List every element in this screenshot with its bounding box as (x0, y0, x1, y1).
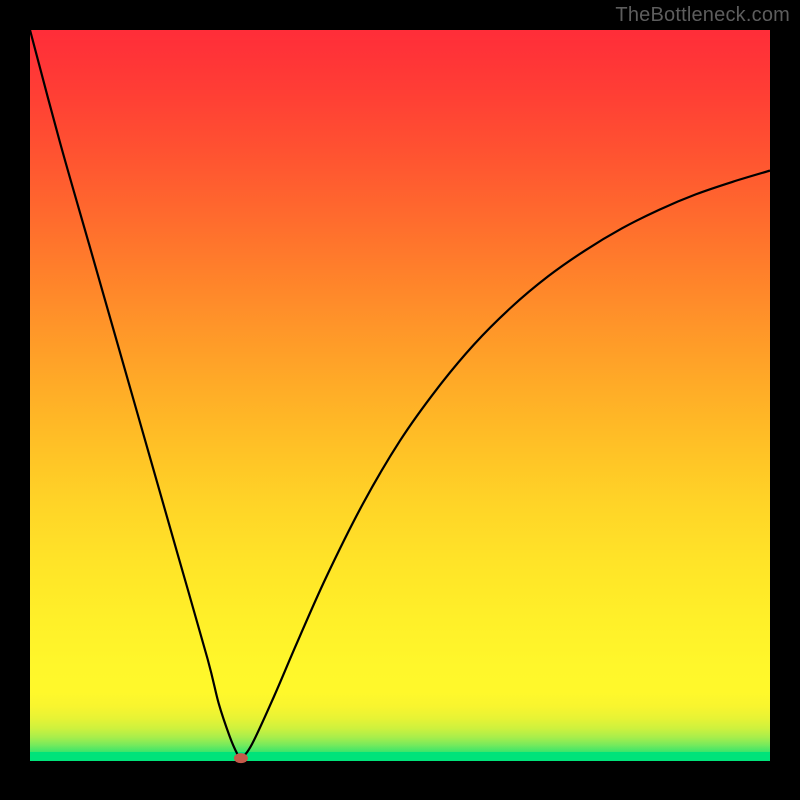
chart-frame: TheBottleneck.com (0, 0, 800, 800)
optimum-marker (234, 753, 248, 763)
plot-area (30, 30, 770, 770)
watermark-text: TheBottleneck.com (615, 4, 790, 27)
curve-line (30, 30, 770, 759)
bottleneck-curve (30, 30, 770, 770)
